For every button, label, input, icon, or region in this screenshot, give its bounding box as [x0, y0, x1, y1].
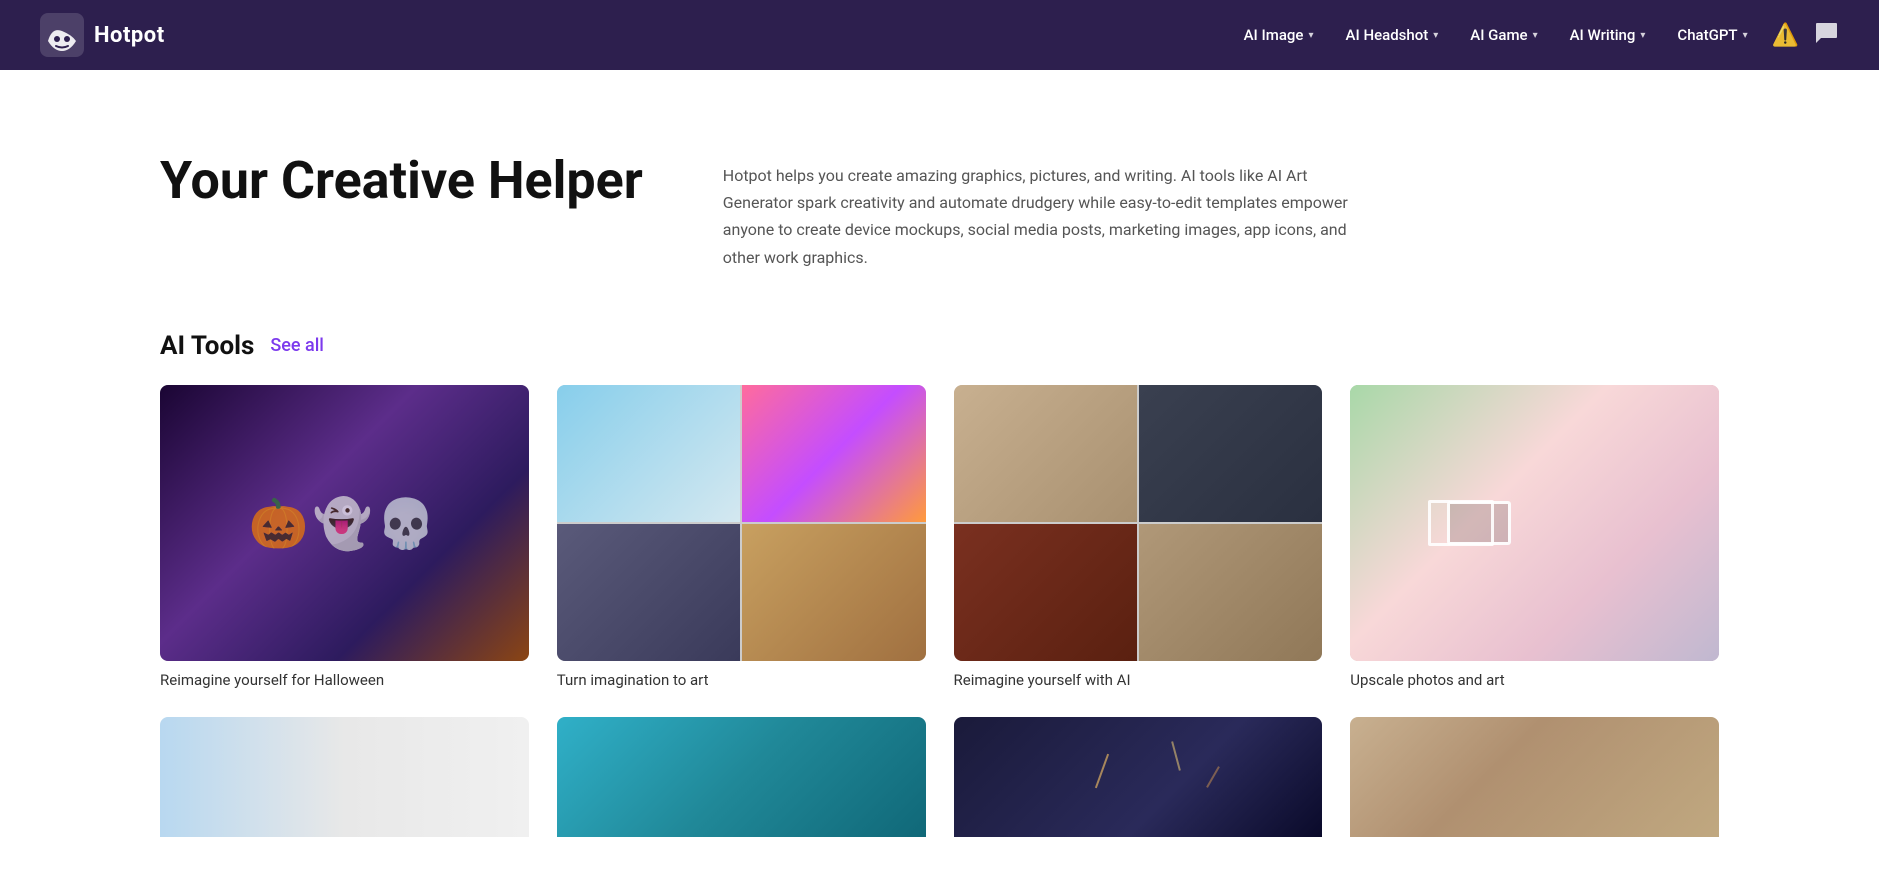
tool-card-sparkle[interactable] [954, 717, 1323, 837]
halloween-collage [160, 385, 529, 662]
nav-item-ai-headshot-label: AI Headshot [1346, 26, 1429, 44]
nav-item-ai-image[interactable]: AI Image ▾ [1230, 18, 1328, 52]
tool-card-ocean[interactable] [557, 717, 926, 837]
reimagine-cell-1 [954, 385, 1137, 522]
nav-item-chatgpt-label: ChatGPT [1677, 26, 1737, 44]
nav-chatgpt-chevron-icon: ▾ [1743, 30, 1748, 41]
nav-ai-writing-chevron-icon: ▾ [1640, 30, 1645, 41]
reimagine-cell-3 [954, 524, 1137, 661]
nav-item-ai-game-label: AI Game [1470, 26, 1527, 44]
tools-section-title: AI Tools [160, 331, 254, 361]
vintage-preview [1350, 717, 1719, 837]
chat-icon[interactable] [1813, 20, 1839, 51]
navbar: Hotpot AI Image ▾ AI Headshot ▾ AI Game … [0, 0, 1879, 70]
upscale-collage [1350, 385, 1719, 662]
bg-remove-preview [160, 717, 529, 837]
ocean-preview [557, 717, 926, 837]
nav-item-ai-image-label: AI Image [1244, 26, 1304, 44]
tool-card-upscale-label: Upscale photos and art [1350, 671, 1719, 689]
tool-card-art-image [557, 385, 926, 662]
tool-card-art[interactable]: Turn imagination to art [557, 385, 926, 690]
nav-item-ai-headshot[interactable]: AI Headshot ▾ [1332, 18, 1453, 52]
art-collage [557, 385, 926, 662]
hero-section: Your Creative Helper Hotpot helps you cr… [0, 70, 1879, 331]
reimagine-cell-4 [1139, 524, 1322, 661]
tool-card-upscale[interactable]: Upscale photos and art [1350, 385, 1719, 690]
tool-card-halloween[interactable]: Reimagine yourself for Halloween [160, 385, 529, 690]
tool-card-bg-remove-image [160, 717, 529, 837]
upscale-frame [1447, 501, 1511, 545]
nav-ai-image-chevron-icon: ▾ [1308, 30, 1313, 41]
tool-card-reimagine-image [954, 385, 1323, 662]
nav-menu: AI Image ▾ AI Headshot ▾ AI Game ▾ AI Wr… [1230, 18, 1762, 52]
art-cell-building [557, 385, 740, 522]
tool-card-art-label: Turn imagination to art [557, 671, 926, 689]
tool-card-vintage-image [1350, 717, 1719, 837]
upscale-bg [1350, 385, 1719, 662]
tools-header: AI Tools See all [160, 331, 1719, 361]
nav-item-ai-writing[interactable]: AI Writing ▾ [1556, 18, 1660, 52]
tools-grid: Reimagine yourself for Halloween Turn im… [160, 385, 1719, 690]
nav-ai-game-chevron-icon: ▾ [1533, 30, 1538, 41]
sparkle-preview [954, 717, 1323, 837]
tool-card-sparkle-image [954, 717, 1323, 837]
nav-item-ai-writing-label: AI Writing [1570, 26, 1636, 44]
tool-card-reimagine-label: Reimagine yourself with AI [954, 671, 1323, 689]
tool-card-vintage[interactable] [1350, 717, 1719, 837]
hero-title: Your Creative Helper [160, 150, 643, 212]
nav-logo[interactable]: Hotpot [40, 13, 165, 57]
art-cell-robot [557, 524, 740, 661]
art-cell-anime [742, 385, 925, 522]
nav-actions: ⚠️ [1772, 20, 1839, 51]
nav-ai-headshot-chevron-icon: ▾ [1433, 30, 1438, 41]
hero-description: Hotpot helps you create amazing graphics… [723, 150, 1363, 271]
tools-section: AI Tools See all Reimagine yourself for … [0, 331, 1879, 878]
user-icon[interactable]: ⚠️ [1772, 23, 1799, 48]
tool-card-halloween-image [160, 385, 529, 662]
reimagine-cell-2 [1139, 385, 1322, 522]
nav-item-chatgpt[interactable]: ChatGPT ▾ [1663, 18, 1761, 52]
tool-card-upscale-image [1350, 385, 1719, 662]
tool-card-ocean-image [557, 717, 926, 837]
nav-logo-text: Hotpot [94, 23, 165, 48]
tool-card-reimagine[interactable]: Reimagine yourself with AI [954, 385, 1323, 690]
tool-card-halloween-label: Reimagine yourself for Halloween [160, 671, 529, 689]
nav-item-ai-game[interactable]: AI Game ▾ [1456, 18, 1551, 52]
art-cell-animal [742, 524, 925, 661]
hotpot-logo-icon [40, 13, 84, 57]
tool-card-bg-remove[interactable] [160, 717, 529, 837]
reimagine-collage [954, 385, 1323, 662]
see-all-link[interactable]: See all [270, 335, 324, 356]
tools-grid-row2 [160, 717, 1719, 837]
